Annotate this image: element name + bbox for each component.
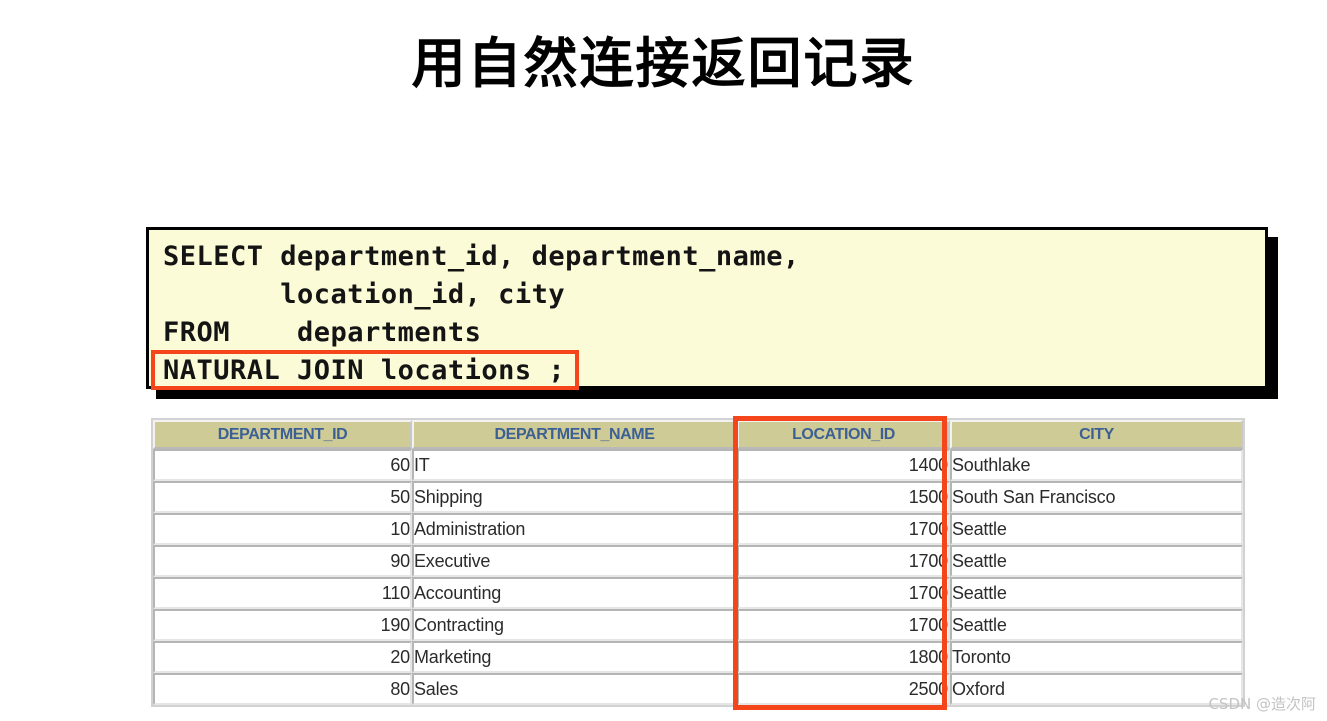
table-row: 110 Accounting 1700 Seattle xyxy=(153,577,1243,609)
cell-location-id: 1700 xyxy=(737,577,950,609)
query-result-table: DEPARTMENT_ID DEPARTMENT_NAME LOCATION_I… xyxy=(151,418,1245,707)
code-line-from: FROM departments xyxy=(163,317,482,348)
page-title: 用自然连接返回记录 xyxy=(411,32,916,95)
cell-department-id: 110 xyxy=(153,577,412,609)
cell-department-name: Accounting xyxy=(412,577,737,609)
cell-city: South San Francisco xyxy=(950,481,1243,513)
code-line-columns: location_id, city xyxy=(163,279,566,310)
cell-department-name: Marketing xyxy=(412,641,737,673)
cell-city: Oxford xyxy=(950,673,1243,705)
cell-location-id: 1500 xyxy=(737,481,950,513)
column-header-department-name: DEPARTMENT_NAME xyxy=(412,420,737,449)
cell-city: Seattle xyxy=(950,545,1243,577)
cell-department-name: Sales xyxy=(412,673,737,705)
table-row: 80 Sales 2500 Oxford xyxy=(153,673,1243,705)
cell-location-id: 1800 xyxy=(737,641,950,673)
cell-location-id: 1700 xyxy=(737,545,950,577)
cell-city: Seattle xyxy=(950,513,1243,545)
cell-department-name: Administration xyxy=(412,513,737,545)
code-line-select: SELECT department_id, department_name, xyxy=(163,241,800,272)
cell-location-id: 2500 xyxy=(737,673,950,705)
sql-code-block: SELECT department_id, department_name, l… xyxy=(146,227,1278,399)
table-row: 50 Shipping 1500 South San Francisco xyxy=(153,481,1243,513)
cell-department-id: 90 xyxy=(153,545,412,577)
cell-location-id: 1400 xyxy=(737,449,950,481)
cell-department-id: 20 xyxy=(153,641,412,673)
cell-department-name: Contracting xyxy=(412,609,737,641)
cell-city: Toronto xyxy=(950,641,1243,673)
cell-department-id: 190 xyxy=(153,609,412,641)
table-row: 60 IT 1400 Southlake xyxy=(153,449,1243,481)
cell-department-id: 60 xyxy=(153,449,412,481)
cell-location-id: 1700 xyxy=(737,609,950,641)
cell-department-id: 80 xyxy=(153,673,412,705)
table-row: 90 Executive 1700 Seattle xyxy=(153,545,1243,577)
column-header-department-id: DEPARTMENT_ID xyxy=(153,420,412,449)
cell-city: Seattle xyxy=(950,577,1243,609)
cell-department-name: Executive xyxy=(412,545,737,577)
table-header-row: DEPARTMENT_ID DEPARTMENT_NAME LOCATION_I… xyxy=(153,420,1243,449)
cell-department-name: IT xyxy=(412,449,737,481)
code-block-body: SELECT department_id, department_name, l… xyxy=(146,227,1268,390)
table-row: 20 Marketing 1800 Toronto xyxy=(153,641,1243,673)
cell-department-name: Shipping xyxy=(412,481,737,513)
cell-city: Seattle xyxy=(950,609,1243,641)
table-row: 10 Administration 1700 Seattle xyxy=(153,513,1243,545)
code-line-natural-join: NATURAL JOIN locations ; xyxy=(163,355,566,386)
column-header-location-id: LOCATION_ID xyxy=(737,420,950,449)
cell-location-id: 1700 xyxy=(737,513,950,545)
watermark: CSDN @造次阿 xyxy=(1208,695,1316,713)
cell-city: Southlake xyxy=(950,449,1243,481)
table-row: 190 Contracting 1700 Seattle xyxy=(153,609,1243,641)
cell-department-id: 50 xyxy=(153,481,412,513)
column-header-city: CITY xyxy=(950,420,1243,449)
cell-department-id: 10 xyxy=(153,513,412,545)
